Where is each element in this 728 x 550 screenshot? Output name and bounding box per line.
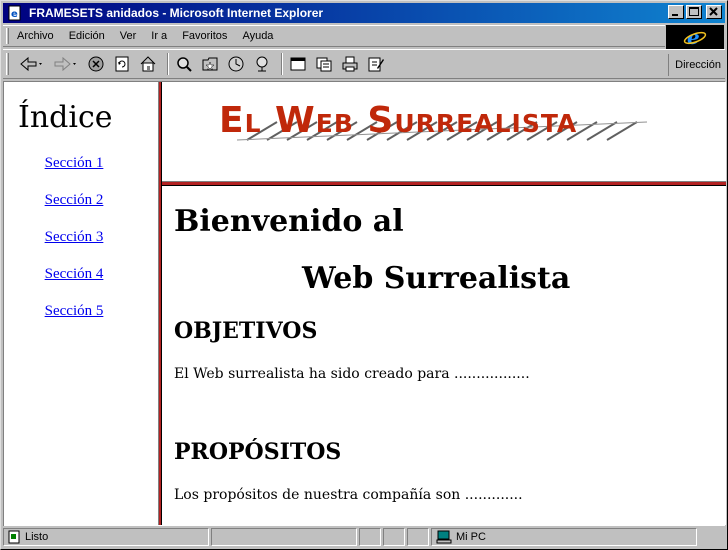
mail-icon <box>316 57 332 72</box>
address-bar[interactable]: Dirección <box>668 54 721 76</box>
window-title: FRAMESETS anidados - Microsoft Internet … <box>29 6 324 20</box>
back-button[interactable] <box>17 53 47 75</box>
site-logo: El Web Surrealista <box>217 92 657 162</box>
home-button[interactable] <box>137 53 159 75</box>
close-icon <box>709 7 718 16</box>
toolbar-separator <box>281 53 283 75</box>
favorites-icon <box>202 57 218 71</box>
search-button[interactable] <box>173 53 195 75</box>
status-bar: Listo Mi PC <box>3 528 725 548</box>
close-button[interactable] <box>706 5 722 19</box>
browser-window: e FRAMESETS anidados - Microsoft Interne… <box>0 0 728 550</box>
print-button[interactable] <box>339 53 361 75</box>
index-heading: Índice <box>18 100 113 135</box>
minimize-icon <box>672 14 678 16</box>
history-icon <box>228 56 244 72</box>
ie-document-icon: e <box>7 5 23 21</box>
page-content: Índice Sección 1 Sección 2 Sección 3 Sec… <box>3 81 726 526</box>
toolbar: Dirección <box>3 49 725 79</box>
menu-archivo[interactable]: Archivo <box>17 30 54 42</box>
stop-button[interactable] <box>85 53 107 75</box>
svg-text:e: e <box>11 9 18 20</box>
welcome-heading-line1: Bienvenido al <box>174 204 404 239</box>
main-frame[interactable]: Bienvenido al Web Surrealista OBJETIVOS … <box>162 186 726 525</box>
status-panel-small <box>359 528 381 546</box>
zone-text: Mi PC <box>456 531 486 543</box>
menu-favoritos[interactable]: Favoritos <box>182 30 227 42</box>
nav-link-seccion-4[interactable]: Sección 4 <box>4 266 144 283</box>
status-text: Listo <box>25 531 49 543</box>
menu-ayuda[interactable]: Ayuda <box>242 30 273 42</box>
status-panel-empty <box>211 528 357 546</box>
status-panel-small <box>383 528 405 546</box>
address-label: Dirección <box>675 59 721 71</box>
nav-link-seccion-5[interactable]: Sección 5 <box>4 303 144 320</box>
channels-button[interactable] <box>251 53 273 75</box>
menu-grip[interactable] <box>6 28 9 44</box>
logo-text: El Web Surrealista <box>219 100 578 141</box>
status-panel-small <box>407 528 429 546</box>
objetivos-heading: OBJETIVOS <box>174 318 318 344</box>
search-icon <box>177 57 192 72</box>
stop-icon <box>88 56 104 72</box>
maximize-icon <box>689 7 699 16</box>
title-bar[interactable]: e FRAMESETS anidados - Microsoft Interne… <box>3 3 725 23</box>
history-button[interactable] <box>225 53 247 75</box>
header-frame[interactable]: El Web Surrealista <box>162 82 726 181</box>
home-icon <box>140 56 156 72</box>
toolbar-grip[interactable] <box>6 53 9 75</box>
menu-edicion[interactable]: Edición <box>69 30 105 42</box>
back-icon <box>20 56 42 72</box>
nav-link-seccion-2[interactable]: Sección 2 <box>4 192 144 209</box>
minimize-button[interactable] <box>668 5 684 19</box>
zone-panel: Mi PC <box>431 528 697 546</box>
print-icon <box>342 56 358 72</box>
mail-button[interactable] <box>313 53 335 75</box>
channels-icon <box>256 56 268 72</box>
edit-button[interactable] <box>365 53 387 75</box>
objetivos-text: El Web surrealista ha sido creado para .… <box>174 366 530 382</box>
propositos-heading: PROPÓSITOS <box>174 439 342 465</box>
nav-link-seccion-3[interactable]: Sección 3 <box>4 229 144 246</box>
status-panel: Listo <box>3 528 209 546</box>
welcome-heading-line2: Web Surrealista <box>302 261 571 296</box>
menu-ver[interactable]: Ver <box>120 30 137 42</box>
toolbar-separator <box>167 53 169 75</box>
page-icon <box>8 530 20 544</box>
computer-icon <box>436 530 452 544</box>
menu-bar: Archivo Edición Ver Ir a Favoritos Ayuda <box>3 25 665 47</box>
favorites-button[interactable] <box>199 53 221 75</box>
fullscreen-button[interactable] <box>287 53 309 75</box>
refresh-icon <box>115 56 129 72</box>
index-frame[interactable]: Índice Sección 1 Sección 2 Sección 3 Sec… <box>4 82 158 525</box>
nav-link-seccion-1[interactable]: Sección 1 <box>4 155 144 172</box>
edit-icon <box>368 57 384 72</box>
forward-icon <box>54 56 76 72</box>
propositos-text: Los propósitos de nuestra compañía son .… <box>174 487 523 503</box>
refresh-button[interactable] <box>111 53 133 75</box>
forward-button[interactable] <box>51 53 81 75</box>
maximize-button[interactable] <box>686 5 702 19</box>
fullscreen-icon <box>290 57 306 71</box>
menu-ir-a[interactable]: Ir a <box>151 30 167 42</box>
ie-logo-icon: e <box>666 25 724 49</box>
